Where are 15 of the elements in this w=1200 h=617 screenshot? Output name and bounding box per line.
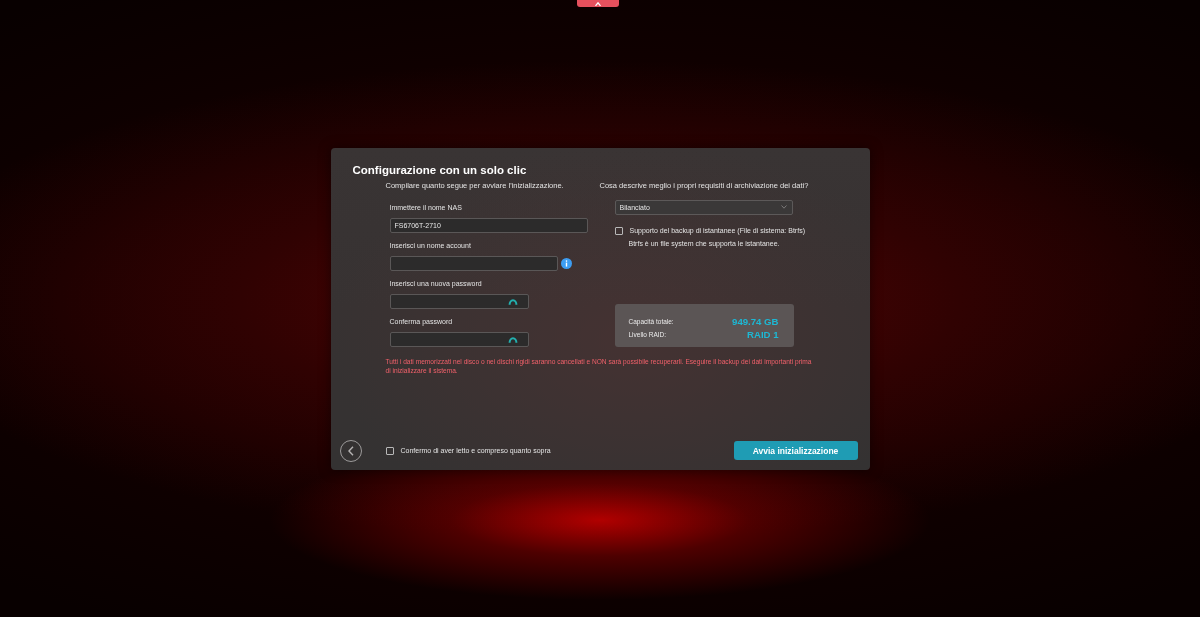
- chevron-left-icon: [347, 445, 354, 456]
- chevron-down-icon: [780, 205, 787, 209]
- checkbox[interactable]: [614, 226, 623, 235]
- password-input[interactable]: [389, 293, 529, 309]
- arch-icon[interactable]: [507, 297, 518, 305]
- checkbox[interactable]: [385, 446, 394, 455]
- info-icon[interactable]: [560, 257, 572, 269]
- text-input[interactable]: [389, 255, 558, 271]
- dialog-title: Configurazione con un solo clic: [352, 162, 527, 178]
- summary-value: 949.74 GB: [732, 315, 779, 327]
- summary-value: RAID 1: [747, 328, 779, 340]
- pull-tab[interactable]: [577, 0, 619, 7]
- arch-icon[interactable]: [507, 335, 518, 343]
- caret-up-icon: [595, 1, 601, 6]
- password-input[interactable]: [389, 331, 529, 347]
